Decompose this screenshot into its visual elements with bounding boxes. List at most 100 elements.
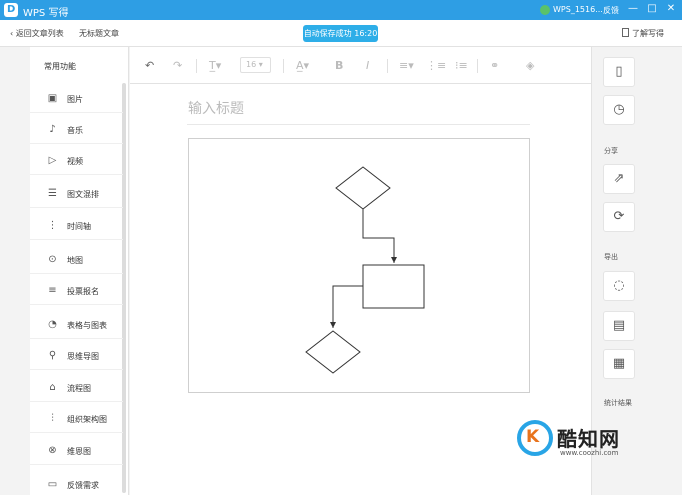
decision-diamond-top (335, 166, 391, 210)
minimize-button[interactable]: — (626, 2, 640, 16)
sidebar-item-label: 图文混排 (67, 190, 99, 199)
sidebar-item-mindmap[interactable]: ⚲ 思维导图 (30, 340, 123, 370)
toolbar-divider (196, 59, 197, 73)
sidebar-item-chart[interactable]: ◔ 表格与图表 (30, 309, 123, 339)
sidebar-item-label: 音乐 (67, 126, 83, 135)
undo-icon[interactable]: ↶ (145, 59, 154, 72)
fill-bucket-icon[interactable]: ◈ (526, 59, 534, 72)
export-section-label: 导出 (604, 253, 618, 261)
export-image-button[interactable]: ▦ (603, 349, 635, 379)
sidebar-item-video[interactable]: ▷ 视频 (30, 145, 123, 175)
left-sidebar: 常用功能 ▣ 图片 ♪ 音乐 ▷ 视频 ☰ 图文混排 ⋮ 时间轴 ⊙ 地图 ≡ … (30, 47, 129, 495)
feedback-icon: ▭ (47, 479, 58, 490)
title-bar: D WPS 写得 WPS_1516... 反馈 — □ ✕ (0, 0, 682, 20)
bullet-list-icon[interactable]: ⁝≡ (455, 59, 468, 72)
watermark-logo-icon: K (517, 420, 553, 456)
document-export-icon: ▤ (612, 318, 626, 333)
connector-arrow-bottom (330, 285, 363, 328)
toolbar-divider (283, 59, 284, 73)
external-link-icon: ⇗ (613, 171, 625, 186)
redo-icon[interactable]: ↷ (173, 59, 182, 72)
align-icon[interactable]: ≡▾ (399, 59, 414, 72)
venn-icon: ⊗ (48, 445, 57, 456)
learn-more-link[interactable]: 了解写得 (622, 28, 664, 39)
toolbar-divider (477, 59, 478, 73)
document-icon (622, 28, 629, 37)
sidebar-item-label: 视频 (67, 157, 83, 166)
bold-icon[interactable]: B (335, 59, 343, 72)
sidebar-item-image[interactable]: ▣ 图片 (30, 83, 123, 113)
process-rectangle (362, 264, 425, 309)
maximize-button[interactable]: □ (645, 2, 659, 16)
watermark-logo-letter: K (526, 427, 540, 447)
back-label: 返回文章列表 (15, 29, 64, 38)
app-logo-icon: D (4, 3, 18, 17)
sidebar-item-music[interactable]: ♪ 音乐 (30, 114, 123, 144)
sidebar-item-layout[interactable]: ☰ 图文混排 (30, 178, 123, 208)
sidebar-item-timeline[interactable]: ⋮ 时间轴 (30, 210, 123, 240)
sidebar-item-flowchart[interactable]: ⌂ 流程图 (30, 372, 123, 402)
heading-style-icon[interactable]: T̲▾ (209, 59, 221, 72)
share-link-button[interactable]: ⇗ (603, 164, 635, 194)
export-pdf-button[interactable]: ▤ (603, 311, 635, 341)
flowchart-frame[interactable] (188, 138, 530, 393)
sidebar-item-label: 图片 (67, 95, 83, 104)
history-button[interactable]: ◷ (603, 95, 635, 125)
vote-icon: ≡ (48, 285, 57, 296)
chat-bubble-icon: ◌ (613, 278, 625, 293)
flowchart-icon: ⌂ (49, 382, 56, 393)
font-size-select[interactable]: 16 ▾ (240, 57, 271, 73)
chart-icon: ◔ (48, 319, 57, 330)
image-icon: ▣ (47, 93, 58, 104)
layout-icon: ☰ (48, 188, 57, 199)
refresh-button[interactable]: ⟳ (603, 202, 635, 232)
back-to-list-link[interactable]: ‹ 返回文章列表 (10, 28, 64, 39)
sidebar-item-label: 投票报名 (67, 287, 99, 296)
share-section-label: 分享 (604, 147, 618, 155)
music-icon: ♪ (49, 124, 56, 135)
font-size-value: 16 (246, 60, 257, 69)
sidebar-item-vote[interactable]: ≡ 投票报名 (30, 275, 123, 305)
sidebar-item-label: 反馈需求 (67, 481, 99, 490)
top-nav: ‹ 返回文章列表 无标题文章 自动保存成功 16:20 了解写得 (0, 20, 682, 47)
link-icon[interactable]: ⚭ (490, 59, 499, 72)
account-name[interactable]: WPS_1516... (553, 5, 603, 14)
ordered-list-icon[interactable]: ⋮≡ (426, 59, 446, 72)
org-chart-icon: ⫶ (51, 413, 54, 424)
font-color-icon[interactable]: A̲▾ (296, 59, 309, 72)
sidebar-item-feedback[interactable]: ▭ 反馈需求 (30, 469, 123, 495)
autosave-status-badge: 自动保存成功 16:20 (303, 25, 378, 42)
sidebar-item-label: 地图 (67, 256, 83, 265)
learn-label: 了解写得 (632, 29, 664, 38)
sidebar-item-map[interactable]: ⊙ 地图 (30, 244, 123, 274)
sidebar-item-label: 思维导图 (67, 352, 99, 361)
export-longimage-button[interactable]: ◌ (603, 271, 635, 301)
editor-toolbar: ↶ ↷ T̲▾ 16 ▾ A̲▾ B I ≡▾ ⋮≡ ⁝≡ ⚭ ◈ (130, 47, 591, 84)
feedback-link[interactable]: 反馈 (603, 5, 619, 16)
title-input[interactable]: 输入标题 (188, 98, 244, 118)
sidebar-item-org-chart[interactable]: ⫶ 组织架构图 (30, 403, 123, 433)
sidebar-title: 常用功能 (44, 62, 76, 71)
sidebar-item-label: 组织架构图 (67, 415, 107, 424)
sidebar-item-label: 时间轴 (67, 222, 91, 231)
mobile-preview-button[interactable]: ▯ (603, 57, 635, 87)
account-avatar[interactable] (540, 5, 550, 15)
connector-arrow-top (362, 209, 397, 263)
sidebar-item-label: 表格与图表 (67, 321, 107, 330)
sidebar-item-venn[interactable]: ⊗ 维恩图 (30, 435, 123, 465)
document-name: 无标题文章 (79, 29, 119, 38)
italic-icon[interactable]: I (366, 59, 369, 72)
mindmap-icon: ⚲ (48, 350, 57, 361)
refresh-icon: ⟳ (613, 209, 625, 224)
timeline-icon: ⋮ (47, 220, 58, 231)
image-export-icon: ▦ (612, 356, 626, 371)
app-name: WPS 写得 (23, 8, 69, 19)
watermark-url: www.coozhi.com (560, 449, 619, 457)
title-underline (187, 124, 530, 125)
close-button[interactable]: ✕ (664, 2, 678, 16)
sidebar-item-label: 维恩图 (67, 447, 91, 456)
clock-icon: ◷ (613, 102, 625, 117)
watermark-brand: 酷知网 (557, 427, 620, 451)
sidebar-item-label: 流程图 (67, 384, 91, 393)
stats-section-label: 统计结果 (604, 399, 632, 407)
